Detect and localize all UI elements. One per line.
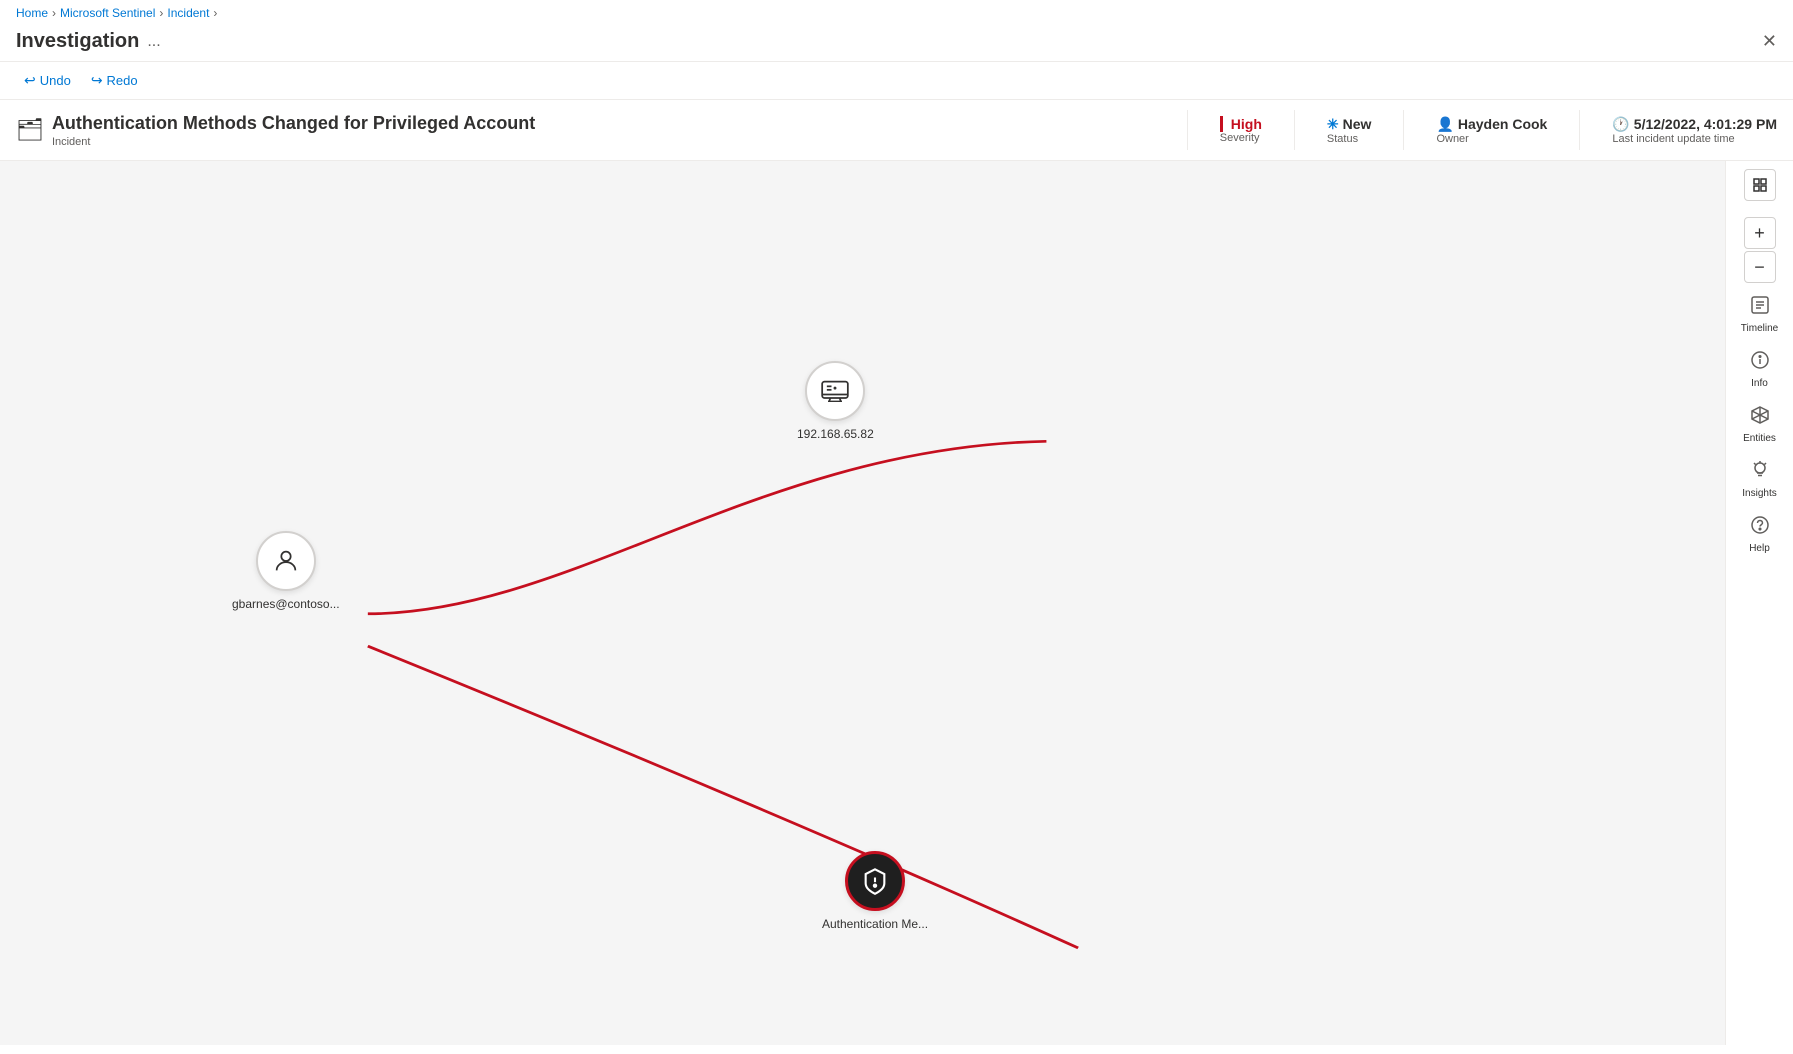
status-value: New (1343, 116, 1372, 132)
toolbar: ↩ Undo ↪ Redo (0, 62, 1793, 100)
time-icon: 🕐 (1612, 116, 1629, 133)
breadcrumb-incident[interactable]: Incident (167, 6, 209, 20)
breadcrumb-home[interactable]: Home (16, 6, 48, 20)
more-options-icon[interactable]: ... (147, 33, 160, 51)
incident-icon: 🗂 (16, 117, 44, 143)
help-label: Help (1749, 543, 1770, 554)
sidebar-entities-button[interactable]: Entities (1728, 397, 1792, 452)
zoom-out-button[interactable]: − (1744, 251, 1776, 283)
info-label: Info (1751, 378, 1768, 389)
page-title: Investigation (16, 30, 139, 53)
undo-button[interactable]: ↩ Undo (16, 68, 79, 93)
redo-icon: ↪ (91, 72, 103, 89)
incident-sub-label: Incident (52, 136, 535, 148)
fit-button[interactable] (1744, 169, 1776, 201)
node-alert-label: Authentication Me... (822, 917, 928, 931)
incident-title: Authentication Methods Changed for Privi… (52, 113, 535, 134)
sidebar-insights-button[interactable]: Insights (1728, 452, 1792, 507)
sidebar-info-button[interactable]: Info (1728, 342, 1792, 397)
entities-icon (1750, 405, 1770, 430)
node-user[interactable]: gbarnes@contoso... (232, 531, 340, 611)
owner-icon: 👤 (1436, 116, 1453, 133)
node-user-label: gbarnes@contoso... (232, 597, 340, 611)
breadcrumb: Home › Microsoft Sentinel › Incident › (0, 0, 1793, 26)
breadcrumb-sentinel[interactable]: Microsoft Sentinel (60, 6, 155, 20)
severity-value: High (1231, 116, 1262, 132)
insights-label: Insights (1742, 488, 1776, 499)
insights-icon (1750, 460, 1770, 485)
divider-2 (1294, 110, 1295, 150)
entities-label: Entities (1743, 433, 1776, 444)
node-ip[interactable]: 192.168.65.82 (797, 361, 874, 441)
timeline-label: Timeline (1741, 323, 1778, 334)
node-user-circle (256, 531, 316, 591)
status-meta: ✳ New Status (1327, 116, 1372, 145)
time-value: 5/12/2022, 4:01:29 PM (1634, 116, 1777, 132)
sidebar-help-button[interactable]: Help (1728, 507, 1792, 562)
divider-1 (1187, 110, 1188, 150)
main-layout: gbarnes@contoso... 192.168.65.82 (0, 161, 1793, 1045)
help-icon (1750, 515, 1770, 540)
severity-label: Severity (1220, 132, 1260, 144)
severity-meta: High Severity (1220, 116, 1262, 144)
node-alert[interactable]: Authentication Me... (822, 851, 928, 931)
divider-4 (1579, 110, 1580, 150)
node-ip-circle (805, 361, 865, 421)
redo-button[interactable]: ↪ Redo (83, 68, 146, 93)
undo-icon: ↩ (24, 72, 36, 89)
sidebar-timeline-button[interactable]: Timeline (1728, 287, 1792, 342)
info-icon (1750, 350, 1770, 375)
node-ip-label: 192.168.65.82 (797, 427, 874, 441)
graph-area[interactable]: gbarnes@contoso... 192.168.65.82 (0, 161, 1725, 1045)
divider-3 (1403, 110, 1404, 150)
incident-bar: 🗂 Authentication Methods Changed for Pri… (0, 100, 1793, 161)
undo-label: Undo (40, 73, 71, 88)
zoom-in-button[interactable]: + (1744, 217, 1776, 249)
node-alert-circle (845, 851, 905, 911)
redo-label: Redo (107, 73, 138, 88)
owner-meta: 👤 Hayden Cook Owner (1436, 116, 1547, 145)
owner-value: Hayden Cook (1458, 116, 1547, 132)
status-label: Status (1327, 133, 1358, 145)
right-sidebar: + − Timeline (1725, 161, 1793, 1045)
close-button[interactable]: ✕ (1762, 31, 1777, 52)
timeline-icon (1750, 295, 1770, 320)
time-meta: 🕐 5/12/2022, 4:01:29 PM Last incident up… (1612, 116, 1777, 145)
time-label: Last incident update time (1612, 133, 1734, 145)
page-header: Investigation ... ✕ (0, 26, 1793, 62)
severity-bar-icon (1220, 116, 1223, 132)
owner-label: Owner (1436, 133, 1468, 145)
zoom-controls: + − (1744, 217, 1776, 283)
status-icon: ✳ (1327, 116, 1339, 133)
